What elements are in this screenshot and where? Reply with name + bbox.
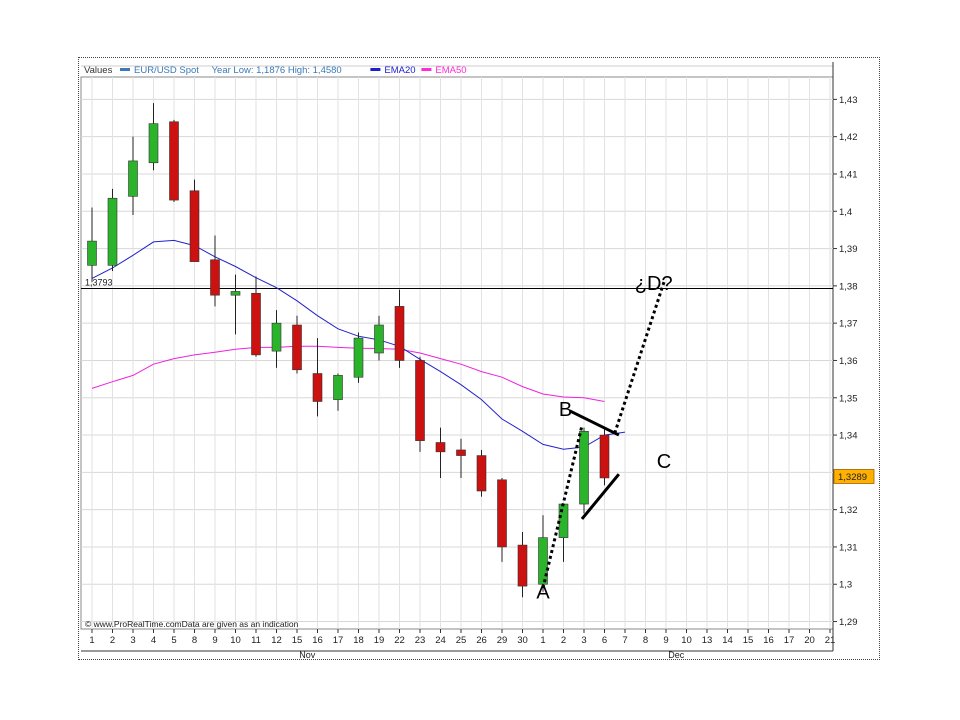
legend-series-name: EMA50	[435, 65, 466, 76]
candle-down	[210, 259, 220, 296]
legend-swatch	[370, 68, 381, 71]
x-tick-label: 30	[517, 635, 528, 646]
x-tick-label: 3	[130, 635, 135, 646]
last-price-label: 1,3289	[838, 472, 867, 483]
y-tick-label: 1,32	[839, 505, 858, 516]
legend-values-label: Values	[84, 65, 113, 76]
y-tick-label: 1,3	[839, 580, 852, 591]
annotation-label: B	[559, 399, 572, 421]
candle-up	[558, 503, 569, 538]
x-tick-label: 20	[804, 635, 815, 646]
month-label: Dec	[668, 650, 685, 659]
candle-up	[87, 240, 97, 266]
price-chart: 1,29 1,3 1,31 1,32 1,34 1,35 1,36 1,37 1,38 1,39 1…	[80, 62, 875, 659]
annotation-label: C	[657, 451, 671, 473]
x-tick-label: 10	[230, 635, 241, 646]
candle-up	[353, 337, 364, 378]
legend-year-range: Year Low: 1,1876 High: 1,4580	[212, 65, 342, 76]
x-tick-label: 19	[374, 635, 385, 646]
legend-swatch	[421, 68, 432, 71]
chart-frame: 1,29 1,3 1,31 1,32 1,34 1,35 1,36 1,37 1,38 1,39 1…	[78, 57, 880, 660]
candle-up	[128, 160, 138, 197]
y-tick-label: 1,43	[839, 95, 858, 106]
annotation-label: ¿D?	[635, 273, 673, 295]
candle-up	[579, 431, 589, 505]
x-tick-label: 1	[89, 635, 94, 646]
x-tick-label: 6	[602, 635, 607, 646]
annotation-label: A	[536, 582, 550, 604]
month-label: Nov	[299, 650, 316, 659]
x-tick-label: 3	[581, 635, 586, 646]
reference-level-label: 1,3793	[85, 277, 113, 287]
x-tick-label: 25	[456, 635, 467, 646]
y-tick-label: 1,31	[839, 542, 858, 553]
legend-swatch	[120, 68, 130, 71]
x-tick-label: 2	[561, 635, 566, 646]
x-tick-label: 22	[394, 635, 405, 646]
candle-down	[497, 479, 507, 548]
x-tick-label: 15	[743, 635, 754, 646]
y-tick-label: 1,35	[839, 393, 858, 404]
x-tick-label: 8	[192, 635, 197, 646]
candle-down	[394, 306, 405, 361]
x-tick-label: 9	[663, 635, 668, 646]
candle-up	[271, 322, 282, 352]
candle-up	[333, 375, 343, 400]
candle-up	[148, 123, 159, 164]
x-tick-label: 23	[415, 635, 426, 646]
y-tick-label: 1,34	[839, 431, 858, 442]
x-tick-label: 26	[476, 635, 487, 646]
footer-copyright: © www.ProRealTime.comData are given as a…	[85, 619, 299, 629]
y-tick-label: 1,4	[839, 207, 852, 218]
x-tick-label: 29	[497, 635, 508, 646]
x-tick-label: 10	[681, 635, 692, 646]
x-tick-label: 12	[271, 635, 282, 646]
legend-series-name: EUR/USD Spot	[134, 65, 199, 76]
x-tick-label: 7	[622, 635, 627, 646]
x-tick-label: 16	[763, 635, 774, 646]
candle-down	[292, 324, 302, 371]
y-tick-label: 1,39	[839, 244, 858, 255]
y-tick-label: 1,29	[839, 617, 858, 628]
candle-down	[312, 373, 323, 402]
candle-down	[476, 455, 487, 492]
x-tick-label: 24	[435, 635, 446, 646]
candle-down	[435, 442, 446, 453]
candle-up	[374, 324, 384, 354]
x-tick-label: 17	[333, 635, 344, 646]
candle-down	[415, 360, 425, 441]
y-tick-label: 1,37	[839, 319, 858, 330]
x-tick-label: 8	[643, 635, 648, 646]
x-tick-label: 11	[251, 635, 261, 646]
candle-down	[599, 434, 610, 479]
x-tick-label: 13	[702, 635, 713, 646]
candle-down	[517, 544, 528, 587]
x-tick-label: 2	[110, 635, 115, 646]
x-tick-label: 4	[151, 635, 156, 646]
x-tick-label: 14	[722, 635, 733, 646]
x-tick-label: 1	[540, 635, 545, 646]
candle-up	[538, 537, 548, 585]
x-tick-label: 21	[825, 635, 836, 646]
x-tick-label: 16	[312, 635, 323, 646]
x-tick-label: 15	[292, 635, 303, 646]
plot-area	[80, 76, 834, 630]
x-tick-label: 18	[353, 635, 364, 646]
candle-up	[230, 291, 241, 296]
x-tick-label: 9	[212, 635, 217, 646]
candle-down	[169, 121, 179, 201]
x-tick-label: 17	[784, 635, 795, 646]
legend-series-name: EMA20	[384, 65, 415, 76]
candle-down	[456, 449, 466, 456]
y-tick-label: 1,36	[839, 356, 858, 367]
y-tick-label: 1,42	[839, 132, 858, 143]
x-tick-label: 5	[171, 635, 176, 646]
y-tick-label: 1,38	[839, 281, 858, 292]
candle-down	[189, 190, 200, 262]
y-tick-label: 1,41	[839, 169, 858, 180]
candle-up	[107, 197, 118, 266]
candle-down	[251, 293, 261, 356]
